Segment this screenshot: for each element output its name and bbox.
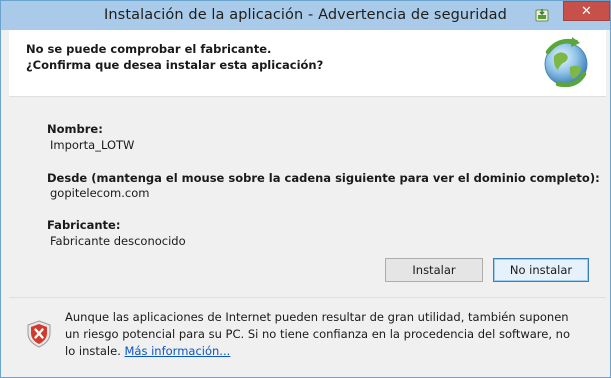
from-label: Desde (mantenga el mouse sobre la cadena… <box>47 171 600 185</box>
security-warning-dialog: Instalación de la aplicación - Advertenc… <box>0 0 611 378</box>
security-warning-text: Aunque las aplicaciones de Internet pued… <box>65 309 575 360</box>
from-value[interactable]: gopitelecom.com <box>50 186 149 200</box>
name-value: Importa_LOTW <box>50 138 135 152</box>
name-label: Nombre: <box>47 122 103 136</box>
security-footer: Aunque las aplicaciones de Internet pued… <box>9 297 606 373</box>
header-question-text: ¿Confirma que desea instalar esta aplica… <box>26 58 324 72</box>
more-info-link[interactable]: Más información... <box>125 344 231 358</box>
globe-install-icon <box>544 37 588 88</box>
title-bar[interactable]: Instalación de la aplicación - Advertenc… <box>1 1 610 30</box>
publisher-label: Fabricante: <box>47 218 121 232</box>
close-icon: ✕ <box>581 3 592 19</box>
close-button[interactable]: ✕ <box>563 1 610 21</box>
header-warning-text: No se puede comprobar el fabricante. <box>26 42 272 56</box>
dialog-header: No se puede comprobar el fabricante. ¿Co… <box>9 30 606 97</box>
shield-error-icon <box>27 320 51 348</box>
dont-install-button[interactable]: No instalar <box>493 258 589 282</box>
install-button[interactable]: Instalar <box>385 258 483 282</box>
app-window-icon <box>535 9 549 22</box>
window-title: Instalación de la aplicación - Advertenc… <box>104 7 507 23</box>
publisher-value: Fabricante desconocido <box>50 234 186 248</box>
dialog-details: Nombre: Importa_LOTW Desde (mantenga el … <box>9 97 606 296</box>
